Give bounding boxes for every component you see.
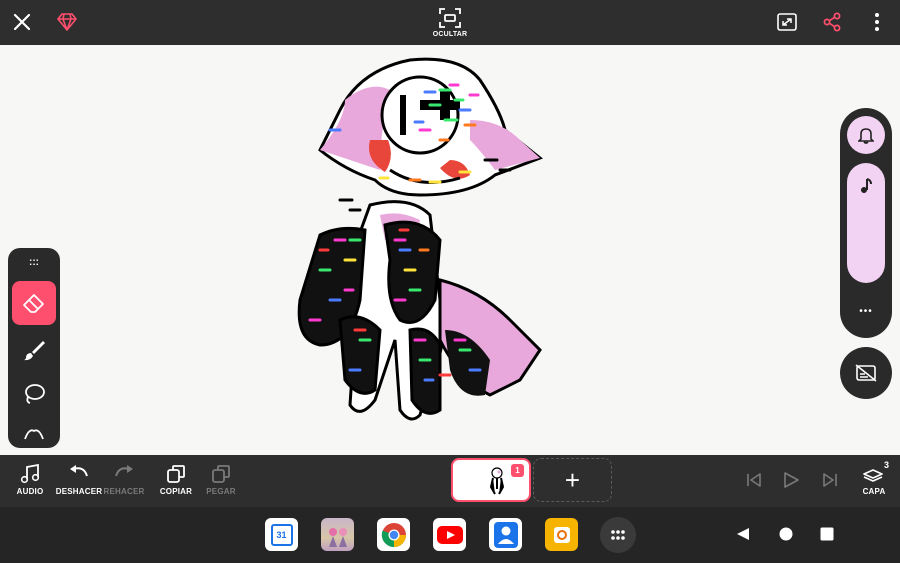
contacts-app[interactable] [489, 518, 522, 551]
paste-label: PEGAR [206, 487, 236, 496]
share-icon[interactable] [821, 11, 843, 33]
smudge-icon [24, 429, 44, 440]
add-frame-button[interactable]: + [533, 458, 612, 502]
right-panel: ••• [840, 108, 892, 338]
paste-icon [212, 465, 230, 483]
lasso-icon [25, 384, 45, 404]
palette-handle[interactable]: ::: [8, 254, 60, 270]
frame-preview [489, 467, 505, 495]
audio-label: AUDIO [16, 487, 44, 496]
hide-frame-icon [439, 8, 461, 28]
undo-label: DESHACER [55, 487, 103, 496]
lasso-tool[interactable] [12, 374, 56, 414]
bottom-toolbar: AUDIO DESHACER REHACER COPIAR PEGAR 1 + … [0, 455, 900, 507]
redo-icon [115, 465, 133, 477]
bell-icon [858, 128, 874, 144]
close-icon[interactable] [10, 10, 34, 34]
layer-count: 3 [883, 460, 889, 470]
paste-button[interactable]: PEGAR [203, 464, 239, 496]
first-frame-icon[interactable] [744, 470, 764, 490]
redo-label: REHACER [103, 487, 145, 496]
calendar-day: 31 [276, 529, 287, 540]
fullscreen-icon[interactable] [776, 11, 798, 33]
drawing-canvas[interactable]: ::: ••• [0, 45, 900, 455]
brush-tool[interactable] [12, 330, 56, 370]
palette-handle-label: ::: [29, 256, 39, 268]
last-frame-icon[interactable] [820, 470, 840, 490]
notes-app[interactable] [545, 518, 578, 551]
eraser-icon [23, 294, 44, 313]
smudge-tool[interactable] [12, 418, 56, 448]
add-frame-plus: + [564, 465, 581, 495]
hide-button[interactable]: OCULTAR [430, 4, 470, 42]
notes-icon [553, 526, 570, 543]
music-note-icon [861, 178, 872, 193]
copy-icon [167, 465, 185, 483]
undo-icon [70, 465, 88, 477]
audio-icon [20, 464, 40, 484]
character-drawing [297, 57, 543, 421]
top-toolbar: OCULTAR [0, 0, 900, 45]
copy-button[interactable]: COPIAR [158, 464, 194, 496]
chrome-icon [381, 522, 406, 547]
hide-label: OCULTAR [432, 31, 468, 38]
diamond-icon[interactable] [55, 10, 79, 34]
app-drawer-icon[interactable] [600, 517, 636, 553]
youtube-icon [436, 525, 463, 544]
undo-button[interactable]: DESHACER [56, 464, 102, 496]
recents-icon[interactable] [817, 524, 837, 544]
calendar-app[interactable]: 31 [265, 518, 298, 551]
copy-label: COPIAR [159, 487, 193, 496]
more-vert-icon[interactable] [866, 11, 888, 33]
youtube-app[interactable] [433, 518, 466, 551]
redo-button[interactable]: REHACER [104, 464, 144, 496]
back-icon[interactable] [733, 524, 753, 544]
frame-badge: 1 [511, 464, 524, 477]
ellipsis-icon: ••• [859, 305, 873, 317]
layer-label: CAPA [862, 487, 886, 496]
audio-button[interactable]: AUDIO [14, 464, 46, 496]
chrome-app[interactable] [377, 518, 410, 551]
calendar-icon: 31 [270, 523, 293, 546]
home-icon[interactable] [776, 524, 796, 544]
photos-icon [328, 527, 347, 547]
eraser-tool[interactable] [12, 281, 56, 325]
frame-badge-number: 1 [515, 466, 520, 475]
subtitles-off-icon [855, 364, 877, 382]
brush-icon [24, 341, 45, 361]
frame-thumbnail[interactable]: 1 [451, 458, 531, 502]
photos-app[interactable] [321, 518, 354, 551]
subtitles-off-button[interactable] [840, 347, 892, 399]
layers-icon [863, 469, 883, 482]
music-button[interactable] [847, 163, 885, 283]
tool-palette: ::: [8, 248, 60, 448]
panel-more-button[interactable]: ••• [847, 298, 885, 324]
bell-button[interactable] [847, 116, 885, 154]
play-icon[interactable] [780, 469, 802, 491]
layers-button[interactable]: 3 CAPA [858, 460, 890, 496]
contacts-icon [493, 521, 518, 548]
